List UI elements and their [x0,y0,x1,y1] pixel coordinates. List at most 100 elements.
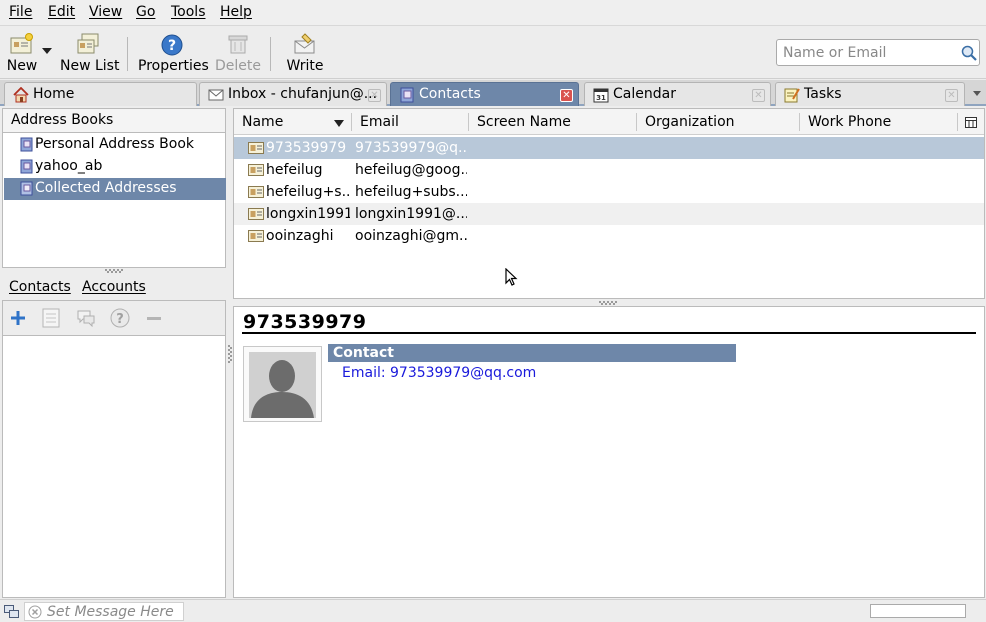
clear-message-icon[interactable] [28,605,42,619]
remove-contact-icon[interactable] [147,317,161,321]
contacts-sidebar-tabs: Contacts Accounts [2,276,226,300]
cell-name: ooinzaghi [266,228,334,244]
tab-bar: Home Inbox - chufanjun@... ✕ Contacts ✕ … [0,80,986,106]
contacts-sidebar-list[interactable] [2,336,226,598]
contact-view: 973539979 Contact Email: 973539979@qq.co… [233,306,985,598]
menu-go[interactable]: Go [136,4,155,20]
properties-button[interactable]: ? Properties [138,31,209,77]
menu-edit[interactable]: Edit [48,4,75,20]
column-separator[interactable] [957,113,958,131]
address-book-item-personal[interactable]: Personal Address Book [4,134,226,156]
address-books-title: Address Books [11,112,114,128]
online-status-icon[interactable] [4,605,20,619]
menu-tools[interactable]: Tools [171,4,206,20]
cell-email: ooinzaghi@gm... [355,228,467,244]
progress-meter [870,604,966,618]
cell-email: hefeilug@goog... [355,162,467,178]
contact-card-icon [248,208,264,220]
write-button[interactable]: Write [284,31,326,77]
contact-section-header: Contact [328,344,736,362]
column-picker-icon[interactable] [965,117,977,128]
contact-photo [243,346,322,422]
menu-bar: File Edit View Go Tools Help [0,0,986,26]
close-tab-icon[interactable]: ✕ [945,89,958,102]
contact-card-icon [248,230,264,242]
new-button-label: New [6,58,38,74]
calendar-icon: 31 [593,88,609,103]
column-header-work-phone[interactable]: Work Phone [808,114,891,130]
home-icon [13,87,29,103]
address-book-item-yahoo[interactable]: yahoo_ab [4,156,226,178]
address-books-header: Address Books [2,108,226,133]
delete-button[interactable]: Delete [214,31,262,77]
help-icon[interactable]: ? [110,308,130,328]
tab-tasks[interactable]: Tasks ✕ [775,82,965,106]
splitter-grip-icon [105,269,123,273]
sort-descending-icon[interactable] [334,120,344,127]
add-contact-icon[interactable] [10,310,26,326]
accounts-sidebar-tab[interactable]: Accounts [82,279,146,295]
properties-label: Properties [138,58,209,74]
close-tab-icon[interactable]: ✕ [368,89,381,102]
write-envelope-icon [294,33,315,54]
tab-calendar[interactable]: 31 Calendar ✕ [584,82,771,106]
column-header-organization[interactable]: Organization [645,114,735,130]
status-message-input[interactable] [45,603,181,620]
table-row[interactable]: longxin1991 longxin1991@... [234,203,984,225]
tab-contacts[interactable]: Contacts ✕ [390,82,579,106]
contact-card-icon [248,142,264,154]
new-card-icon [10,33,33,54]
cell-email: hefeilug+subs... [355,184,467,200]
table-row[interactable]: 973539979 973539979@q... [234,137,984,159]
delete-trash-icon [228,35,248,54]
menu-file[interactable]: File [9,4,32,20]
address-book-icon [400,87,414,103]
cell-name: 973539979 [266,140,347,156]
menu-view[interactable]: View [89,4,122,20]
new-dropdown-arrow-icon[interactable] [42,48,52,54]
column-header-name[interactable]: Name [242,114,283,130]
column-separator[interactable] [351,113,352,131]
splitter-grip-icon [599,301,617,305]
table-row[interactable]: hefeilug hefeilug@goog... [234,159,984,181]
address-book-icon [20,137,33,152]
new-list-label: New List [60,58,120,74]
new-contact-button[interactable]: New [2,31,42,77]
mouse-pointer-icon [505,268,518,286]
tab-home[interactable]: Home [4,82,197,106]
contact-email-link[interactable]: Email: 973539979@qq.com [342,365,536,381]
close-tab-icon[interactable]: ✕ [752,89,765,102]
close-tab-icon[interactable]: ✕ [560,89,573,102]
menu-help[interactable]: Help [220,4,252,20]
table-row[interactable]: hefeilug+s... hefeilug+subs... [234,181,984,203]
search-input[interactable] [781,43,953,62]
column-header-screen-name[interactable]: Screen Name [477,114,571,130]
new-list-button[interactable]: New List [60,31,120,77]
tab-list-dropdown-icon[interactable] [973,91,981,96]
svg-text:?: ? [168,38,176,54]
search-box[interactable] [776,39,980,66]
cell-name: hefeilug+s... [266,184,350,200]
tab-inbox[interactable]: Inbox - chufanjun@... ✕ [199,82,387,106]
svg-text:31: 31 [596,94,606,102]
toolbar-separator [127,37,128,71]
status-message-box[interactable] [24,602,184,621]
mail-icon [208,89,224,101]
cell-name: hefeilug [266,162,323,178]
column-separator[interactable] [799,113,800,131]
table-row[interactable]: ooinzaghi ooinzaghi@gm... [234,225,984,247]
card-properties-icon[interactable] [42,308,60,328]
left-pane-splitter[interactable] [2,268,226,274]
search-icon[interactable] [961,45,977,61]
properties-help-icon: ? [161,34,183,56]
address-book-item-collected[interactable]: Collected Addresses [4,178,226,200]
cell-email: longxin1991@... [355,206,467,222]
column-separator[interactable] [636,113,637,131]
column-separator[interactable] [468,113,469,131]
chat-icon[interactable] [76,309,96,327]
contacts-sidebar-tab[interactable]: Contacts [9,279,71,295]
column-header-email[interactable]: Email [360,114,399,130]
address-books-list: Personal Address Book yahoo_ab Collected… [2,133,226,268]
delete-label: Delete [215,58,261,74]
svg-text:?: ? [116,312,124,327]
